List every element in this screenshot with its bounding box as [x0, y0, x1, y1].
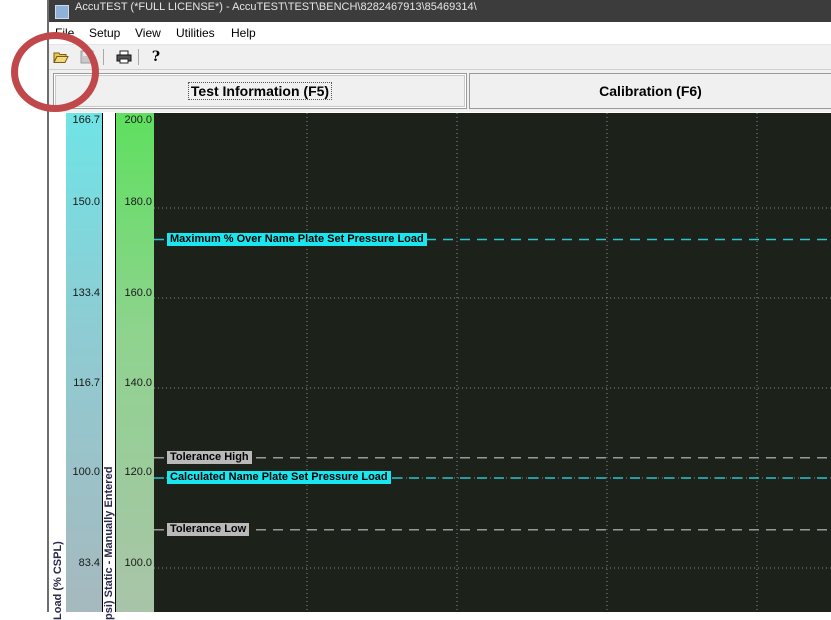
tab-test-information-label: Test Information (F5)	[187, 82, 333, 100]
load-tick-label: 100.0	[72, 466, 100, 478]
psi-tick-label: 160.0	[124, 287, 152, 299]
tab-calibration[interactable]: Calibration (F6)	[469, 73, 831, 109]
psi-axis-bar	[116, 113, 154, 612]
tab-calibration-label: Calibration (F6)	[599, 83, 702, 99]
window-title: AccuTEST (*FULL LICENSE*) - AccuTEST\TES…	[75, 1, 477, 13]
menu-help[interactable]: Help	[231, 26, 256, 40]
menu-utilities[interactable]: Utilities	[176, 26, 215, 40]
toolbar-separator	[103, 49, 104, 65]
psi-axis-title: psi) Static - Manually Entered	[103, 466, 115, 620]
load-axis-title: Load (% CSPL)	[52, 541, 64, 620]
psi-tick-label: 200.0	[124, 114, 152, 126]
psi-tick-label: 180.0	[124, 196, 152, 208]
load-tick-label: 83.4	[78, 557, 100, 569]
toolbar-separator	[138, 49, 139, 65]
plot-svg	[154, 113, 831, 612]
title-bar: AccuTEST (*FULL LICENSE*) - AccuTEST\TES…	[49, 0, 831, 22]
psi-tick-label: 120.0	[124, 466, 152, 478]
plot-area: Maximum % Over Name Plate Set Pressure L…	[154, 113, 831, 612]
tab-strip: Test Information (F5) Calibration (F6)	[49, 70, 831, 112]
load-axis-bar	[66, 113, 102, 612]
load-tick-label: 150.0	[72, 196, 100, 208]
print-icon[interactable]	[115, 48, 133, 66]
toolbar: ?	[49, 45, 831, 70]
tolerance-high-tag: Tolerance High	[167, 450, 252, 464]
load-tick-label: 133.4	[72, 287, 100, 299]
menu-view[interactable]: View	[135, 26, 161, 40]
load-tick-label: 116.7	[73, 377, 100, 389]
help-icon[interactable]: ?	[147, 48, 165, 66]
tab-test-information[interactable]: Test Information (F5)	[53, 73, 467, 109]
open-folder-icon[interactable]	[52, 48, 70, 66]
psi-tick-label: 100.0	[124, 557, 152, 569]
app-icon	[55, 5, 69, 19]
psi-tick-label: 140.0	[124, 377, 152, 389]
menu-setup[interactable]: Setup	[89, 26, 120, 40]
menu-bar: File Setup View Utilities Help	[49, 22, 831, 45]
load-tick-label: 166.7	[72, 114, 100, 126]
desktop-left-margin	[0, 0, 47, 612]
tolerance-low-tag: Tolerance Low	[167, 522, 250, 536]
max-over-set-pressure-tag: Maximum % Over Name Plate Set Pressure L…	[167, 232, 427, 246]
calculated-set-pressure-tag: Calculated Name Plate Set Pressure Load	[167, 471, 391, 484]
save-icon[interactable]	[78, 48, 96, 66]
menu-file[interactable]: File	[55, 26, 74, 40]
